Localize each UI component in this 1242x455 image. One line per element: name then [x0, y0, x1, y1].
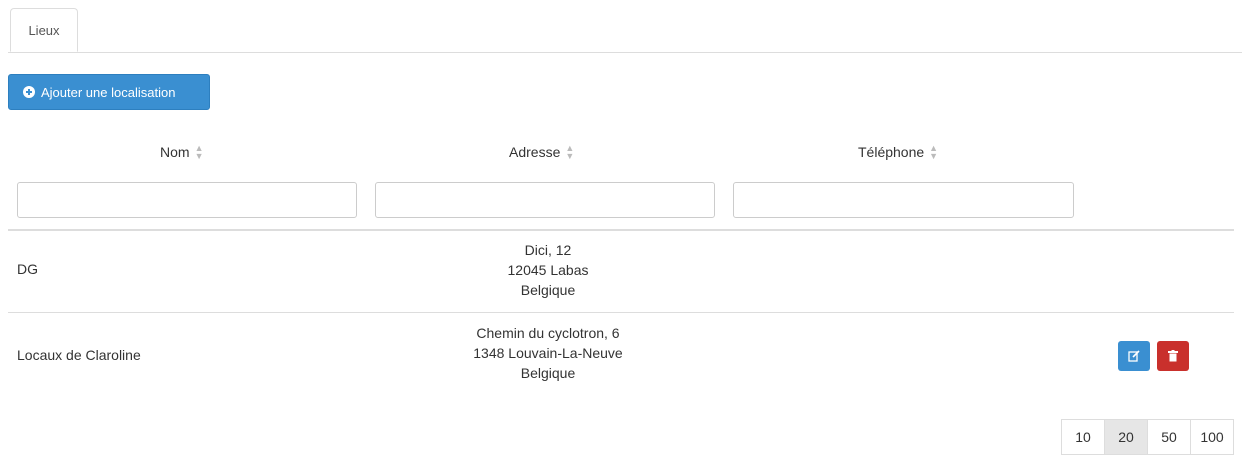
page-size-50[interactable]: 50	[1147, 419, 1191, 455]
address-line: Belgique	[520, 282, 576, 298]
filter-nom-input[interactable]	[17, 182, 357, 218]
delete-button[interactable]	[1157, 341, 1189, 371]
edit-button[interactable]	[1118, 341, 1150, 371]
row-address: Chemin du cyclotron, 6 1348 Louvain-La-N…	[398, 323, 698, 383]
page-size-20[interactable]: 20	[1104, 419, 1148, 455]
column-header-label: Téléphone	[858, 144, 925, 160]
page-size-100[interactable]: 100	[1190, 419, 1234, 455]
sort-icon: ▲ ▼	[565, 143, 575, 161]
column-header-telephone[interactable]: Téléphone ▲ ▼	[858, 143, 939, 161]
table-row: DG Dici, 12 12045 Labas Belgique	[8, 230, 1234, 313]
address-line: 1348 Louvain-La-Neuve	[473, 345, 623, 361]
address-line: Dici, 12	[524, 242, 572, 258]
column-header-label: Nom	[160, 144, 190, 160]
row-address: Dici, 12 12045 Labas Belgique	[398, 240, 698, 300]
plus-circle-icon	[23, 86, 35, 98]
edit-icon	[1128, 350, 1140, 362]
address-line: Chemin du cyclotron, 6	[476, 325, 620, 341]
address-line: Belgique	[520, 365, 576, 381]
add-location-button[interactable]: Ajouter une localisation	[8, 74, 210, 110]
table-row: Locaux de Claroline Chemin du cyclotron,…	[8, 312, 1234, 399]
tab-bar: Lieux	[8, 0, 1242, 53]
tab-lieux[interactable]: Lieux	[10, 8, 78, 52]
row-name: Locaux de Claroline	[17, 347, 141, 363]
row-name: DG	[17, 261, 38, 277]
column-header-adresse[interactable]: Adresse ▲ ▼	[509, 143, 575, 161]
page-size-selector: 10 20 50 100	[1061, 419, 1234, 455]
sort-icon: ▲ ▼	[929, 143, 939, 161]
trash-icon	[1168, 350, 1178, 362]
page-size-10[interactable]: 10	[1061, 419, 1105, 455]
column-header-nom[interactable]: Nom ▲ ▼	[160, 143, 204, 161]
column-header-label: Adresse	[509, 144, 561, 160]
add-location-label: Ajouter une localisation	[41, 84, 176, 100]
filter-adresse-input[interactable]	[375, 182, 715, 218]
address-line: 12045 Labas	[507, 262, 589, 278]
sort-icon: ▲ ▼	[194, 143, 204, 161]
filter-telephone-input[interactable]	[733, 182, 1074, 218]
